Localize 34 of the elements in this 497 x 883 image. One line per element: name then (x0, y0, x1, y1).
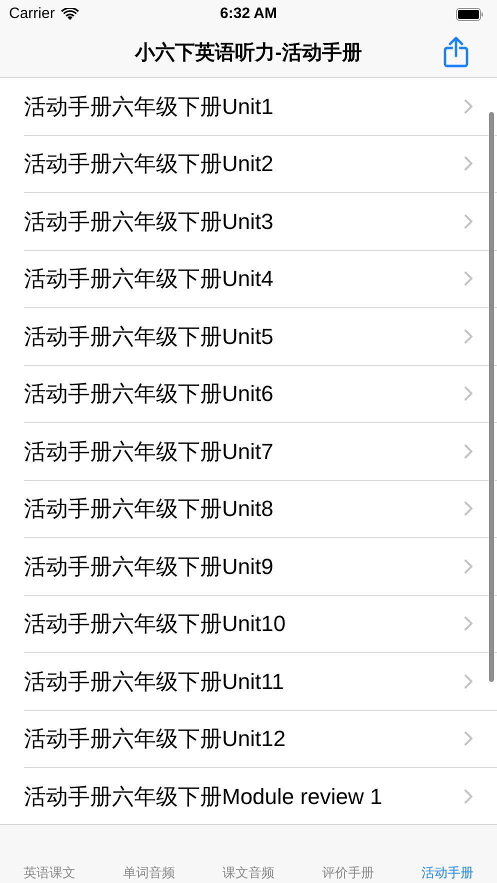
chevron-icon (464, 788, 473, 804)
chevron-icon (464, 214, 473, 229)
chevron-icon (464, 98, 473, 114)
row-label: 活动手册六年级下册Unit3 (24, 208, 274, 236)
row-label: 活动手册六年级下册Unit6 (24, 380, 274, 408)
row-label: 活动手册六年级下册Unit10 (24, 610, 287, 638)
chevron-icon (464, 616, 473, 632)
chevron-icon (464, 156, 473, 172)
row-label: 活动手册六年级下册Unit7 (24, 438, 274, 466)
chevron-icon (464, 558, 473, 574)
row-label: 活动手册六年级下册Module review 1 (24, 782, 384, 811)
chevron-icon (464, 328, 473, 344)
row-label: 活动手册六年级下册Unit12 (24, 725, 287, 754)
chevron-icon (464, 501, 473, 516)
nav-title: 小六下英语听力-活动手册 (135, 40, 362, 66)
row-label: 活动手册六年级下册Unit11 (24, 668, 285, 696)
battery-icon (456, 8, 484, 20)
wifi-icon (60, 8, 79, 20)
clock-time: 6:32 AM (220, 4, 277, 24)
row-label: 活动手册六年级下册Unit1 (24, 92, 274, 121)
chevron-icon (464, 271, 473, 286)
row-label: 活动手册六年级下册Unit5 (24, 322, 274, 351)
row-label: 活动手册六年级下册Unit8 (24, 495, 274, 524)
row-label: 活动手册六年级下册Unit9 (24, 552, 274, 581)
chevron-icon (464, 444, 473, 459)
row-label: 活动手册六年级下册Unit4 (24, 265, 274, 294)
carrier-label: Carrier (9, 4, 55, 24)
row-label: 活动手册六年级下册Unit2 (24, 150, 274, 178)
chevron-icon (464, 731, 473, 746)
chevron-icon (464, 674, 473, 689)
share-icon (443, 36, 469, 68)
share-button[interactable] (441, 35, 471, 69)
chevron-icon (464, 386, 473, 402)
list-row[interactable]: 活动手册六年级下册Unit12 (24, 710, 497, 768)
